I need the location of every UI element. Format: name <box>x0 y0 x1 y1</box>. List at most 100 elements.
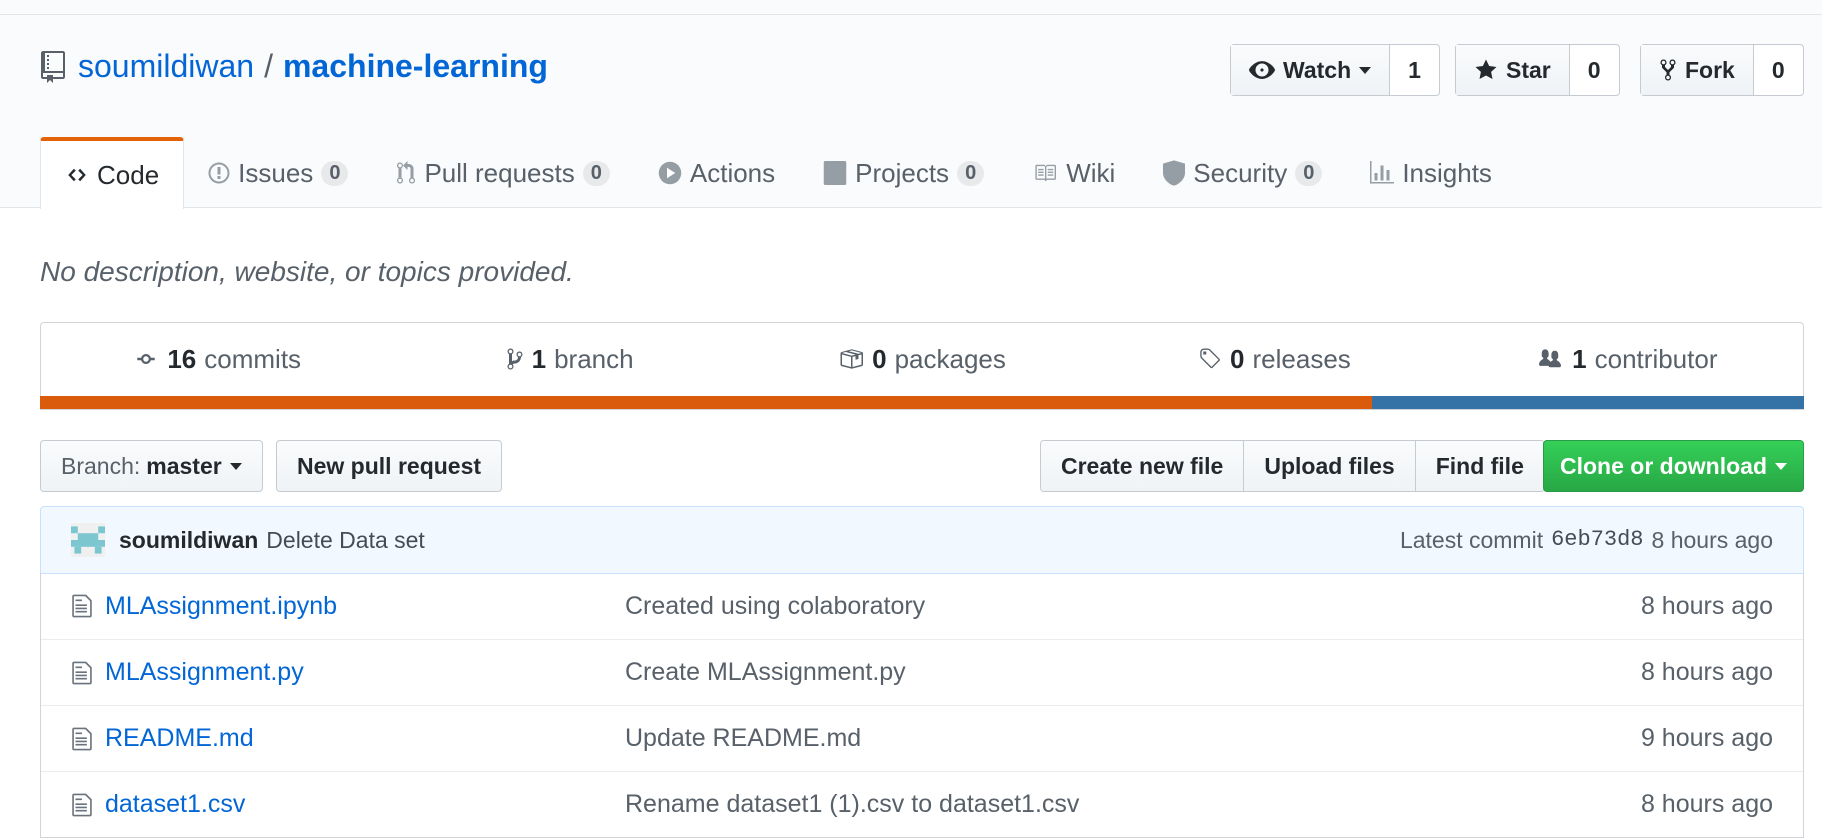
star-control: Star 0 <box>1455 44 1620 96</box>
eye-icon <box>1249 61 1275 79</box>
tab-security[interactable]: Security 0 <box>1139 138 1346 208</box>
packages-count: 0 <box>872 343 887 374</box>
file-name-link[interactable]: dataset1.csv <box>105 790 625 819</box>
clone-or-download-button[interactable]: Clone or download <box>1543 440 1804 492</box>
file-icon <box>72 793 92 816</box>
tab-code[interactable]: Code <box>40 137 185 209</box>
watch-button[interactable]: Watch <box>1231 45 1391 95</box>
file-commit-message[interactable]: Created using colaboratory <box>625 592 1641 621</box>
tab-wiki[interactable]: Wiki <box>1008 138 1139 208</box>
file-name-link[interactable]: README.md <box>105 724 625 753</box>
chevron-down-icon <box>1775 462 1787 470</box>
avatar[interactable] <box>71 523 105 557</box>
code-icon <box>68 168 86 182</box>
branch-select-button[interactable]: Branch: master <box>40 440 263 492</box>
pull-request-icon <box>397 161 416 184</box>
create-new-file-button[interactable]: Create new file <box>1041 441 1245 491</box>
tab-label: Wiki <box>1066 157 1116 188</box>
file-icon <box>72 661 92 684</box>
star-count[interactable]: 0 <box>1569 45 1619 95</box>
fork-count[interactable]: 0 <box>1753 45 1803 95</box>
tab-actions[interactable]: Actions <box>634 138 799 208</box>
file-row: dataset1.csv Rename dataset1 (1).csv to … <box>41 771 1803 837</box>
file-name-link[interactable]: MLAssignment.ipynb <box>105 592 625 621</box>
tab-counter: 0 <box>321 160 349 186</box>
commit-author[interactable]: soumildiwan <box>119 527 258 554</box>
file-commit-message[interactable]: Rename dataset1 (1).csv to dataset1.csv <box>625 790 1641 819</box>
file-commit-message[interactable]: Create MLAssignment.py <box>625 658 1641 687</box>
chevron-down-icon <box>229 462 242 470</box>
releases-label: releases <box>1252 343 1351 374</box>
file-row: MLAssignment.ipynb Created using colabor… <box>41 573 1803 639</box>
tag-icon <box>1200 348 1220 369</box>
people-icon <box>1539 349 1562 368</box>
tab-label: Projects <box>855 157 950 188</box>
commit-sha-link[interactable]: 6eb73d8 <box>1551 527 1643 554</box>
file-list: MLAssignment.ipynb Created using colabor… <box>40 573 1804 838</box>
file-age: 8 hours ago <box>1640 658 1773 686</box>
tab-counter: 0 <box>957 160 985 186</box>
repo-description: No description, website, or topics provi… <box>40 256 574 287</box>
tab-counter: 0 <box>582 160 610 186</box>
repo-title: soumildiwan / machine-learning <box>40 48 548 85</box>
file-icon <box>72 594 92 618</box>
tab-insights[interactable]: Insights <box>1346 138 1516 208</box>
file-commit-message[interactable]: Update README.md <box>625 724 1641 753</box>
branch-name: master <box>146 452 222 479</box>
tab-counter: 0 <box>1295 160 1323 186</box>
star-icon <box>1475 59 1497 79</box>
latest-commit-bar: soumildiwan Delete Data set Latest commi… <box>40 506 1804 574</box>
shield-icon <box>1163 160 1186 186</box>
clone-label: Clone or download <box>1560 452 1767 479</box>
file-row: MLAssignment.py Create MLAssignment.py 8… <box>41 639 1803 705</box>
language-segment-primary <box>40 396 1372 409</box>
commit-meta: Latest commit 6eb73d8 8 hours ago <box>1400 527 1773 554</box>
repo-nav-tabs: Code Issues 0 Pull requests 0 Actions Pr… <box>40 137 1516 209</box>
file-row: README.md Update README.md 9 hours ago <box>41 705 1803 771</box>
file-age: 8 hours ago <box>1640 591 1773 620</box>
tab-issues[interactable]: Issues 0 <box>184 138 372 208</box>
commits-label: commits <box>204 343 302 374</box>
latest-commit-prefix: Latest commit <box>1399 526 1544 553</box>
packages-label: packages <box>894 343 1006 374</box>
tab-projects[interactable]: Projects 0 <box>799 138 1008 208</box>
tab-label: Insights <box>1402 157 1492 188</box>
tab-label: Actions <box>689 157 776 188</box>
language-segment-secondary <box>1371 396 1804 409</box>
repo-name-link[interactable]: machine-learning <box>283 48 548 85</box>
star-button[interactable]: Star <box>1456 45 1570 95</box>
tab-label: Code <box>97 159 160 190</box>
watch-control: Watch 1 <box>1230 44 1440 96</box>
play-icon <box>658 161 682 185</box>
tab-label: Security <box>1193 157 1288 188</box>
header-divider <box>0 14 1822 15</box>
tab-label: Issues <box>238 157 314 188</box>
file-name-link[interactable]: MLAssignment.py <box>105 658 625 687</box>
fork-icon <box>1660 59 1676 81</box>
fork-control: Fork 0 <box>1640 44 1804 96</box>
graph-icon <box>1370 161 1395 184</box>
commit-icon <box>137 354 156 364</box>
file-age: 8 hours ago <box>1640 790 1773 818</box>
find-file-button[interactable]: Find file <box>1415 441 1544 491</box>
file-icon <box>72 727 92 750</box>
commit-message[interactable]: Delete Data set <box>266 527 425 554</box>
upload-files-button[interactable]: Upload files <box>1244 441 1416 491</box>
fork-button[interactable]: Fork <box>1641 45 1754 95</box>
branch-count: 1 <box>531 343 547 374</box>
issue-icon <box>208 162 230 184</box>
watch-label: Watch <box>1283 56 1352 83</box>
package-icon <box>840 349 864 369</box>
repo-owner-link[interactable]: soumildiwan <box>78 48 254 85</box>
file-age: 9 hours ago <box>1640 724 1773 752</box>
tab-pull-requests[interactable]: Pull requests 0 <box>372 138 633 208</box>
language-bar[interactable] <box>40 396 1804 409</box>
watch-count[interactable]: 1 <box>1390 45 1439 95</box>
branch-prefix: Branch: <box>61 452 141 479</box>
contributors-count: 1 <box>1572 343 1587 374</box>
file-actions-group: Create new file Upload files Find file <box>1040 440 1545 492</box>
releases-count: 0 <box>1230 343 1245 374</box>
new-pull-request-button[interactable]: New pull request <box>276 440 503 492</box>
fork-label: Fork <box>1685 56 1735 83</box>
repo-icon <box>41 50 65 83</box>
